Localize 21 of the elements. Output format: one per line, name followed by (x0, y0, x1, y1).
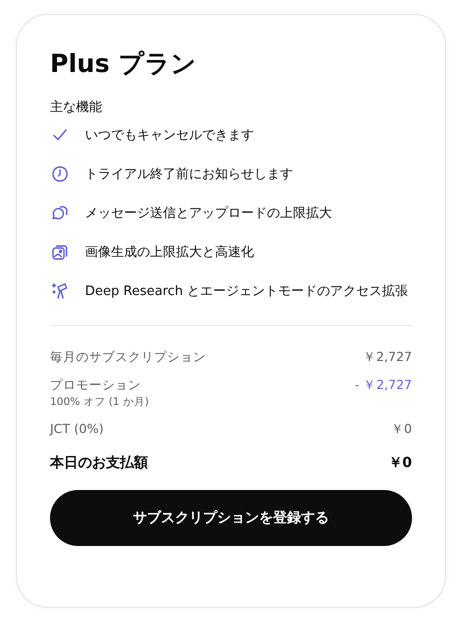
line-item-note: 100% オフ (1 か月) (50, 395, 149, 410)
line-item-label: プロモーション (50, 376, 142, 394)
features-heading: 主な機能 (50, 99, 103, 117)
image-icon (51, 243, 69, 261)
chat-icon (51, 204, 69, 222)
feature-text: Deep Research とエージェントモードのアクセス拡張 (85, 283, 408, 300)
line-item-label: JCT (0%) (50, 420, 104, 438)
line-item-label: 毎月のサブスクリプション (50, 348, 206, 366)
line-item-label: 本日のお支払額 (50, 454, 148, 472)
plan-title: Plus プラン (50, 48, 198, 80)
subscribe-button[interactable]: サブスクリプションを登録する (50, 490, 412, 546)
clock-icon (51, 165, 69, 183)
line-item-amount: ￥0 (388, 454, 412, 472)
feature-text: メッセージ送信とアップロードの上限拡大 (85, 205, 332, 222)
line-item-amount: - ￥2,727 (354, 376, 412, 394)
telescope-icon (51, 282, 69, 300)
line-item-amount: ￥0 (391, 420, 412, 438)
feature-text: いつでもキャンセルできます (85, 127, 254, 144)
feature-text: トライアル終了前にお知らせします (85, 166, 293, 183)
line-item-amount: ￥2,727 (363, 348, 412, 366)
feature-text: 画像生成の上限拡大と高速化 (85, 244, 254, 261)
